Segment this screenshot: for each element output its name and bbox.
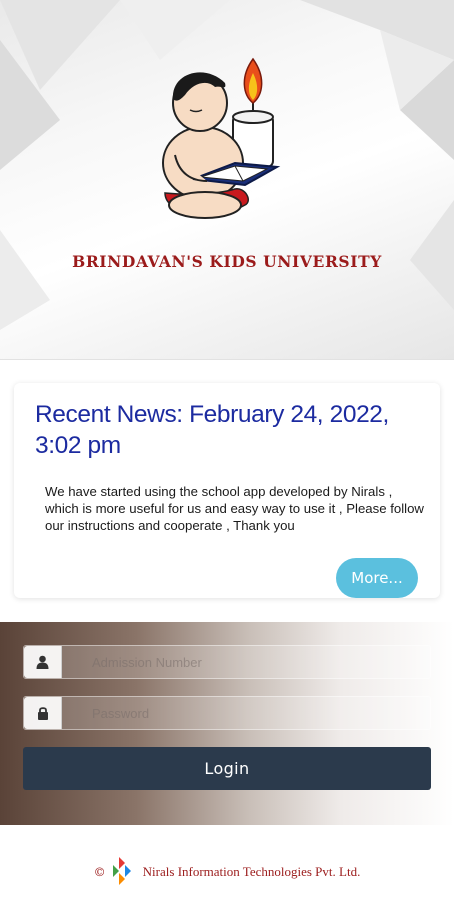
news-title: Recent News: February 24, 2022, 3:02 pm bbox=[35, 401, 389, 459]
recent-news-card: Recent News: February 24, 2022, 3:02 pm … bbox=[14, 383, 440, 598]
admission-number-input[interactable] bbox=[62, 646, 430, 678]
school-name: BRINDAVAN'S KIDS UNIVERSITY bbox=[72, 252, 382, 271]
password-field bbox=[23, 696, 431, 730]
news-body: We have started using the school app dev… bbox=[45, 484, 424, 533]
school-logo bbox=[145, 55, 295, 230]
footer: © Nirals Information Technologies Pvt. L… bbox=[0, 852, 454, 892]
more-button[interactable]: More... bbox=[336, 558, 418, 598]
nirals-logo-icon bbox=[111, 855, 137, 889]
company-name: Nirals Information Technologies Pvt. Ltd… bbox=[142, 864, 361, 879]
admission-number-field bbox=[23, 645, 431, 679]
password-input[interactable] bbox=[62, 697, 430, 729]
header-banner: BRINDAVAN'S KIDS UNIVERSITY bbox=[0, 0, 454, 360]
copyright-symbol: © bbox=[93, 865, 106, 879]
user-icon bbox=[24, 646, 62, 678]
login-panel: Login bbox=[0, 622, 454, 825]
lock-icon bbox=[24, 697, 62, 729]
login-button[interactable]: Login bbox=[23, 747, 431, 790]
